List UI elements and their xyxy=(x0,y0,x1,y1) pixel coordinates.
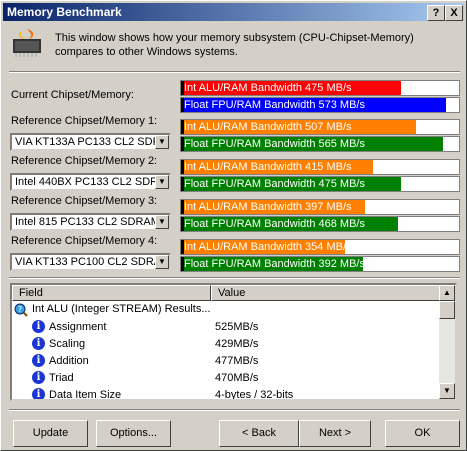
reference-2-alu-bar: Int ALU/RAM Bandwidth 415 MB/s xyxy=(180,159,460,175)
reference-4-label: Reference Chipset/Memory 4: xyxy=(11,235,158,247)
chevron-down-icon[interactable]: ▼ xyxy=(155,255,169,269)
reference-3-select-value: Intel 815 PC133 CL2 SDRAM xyxy=(15,216,155,228)
table-row[interactable]: i Assignment 525MB/s xyxy=(12,319,437,336)
update-button[interactable]: Update xyxy=(13,420,88,447)
table-row[interactable]: i Addition 477MB/s xyxy=(12,353,437,370)
title-bar[interactable]: Memory Benchmark ? X xyxy=(3,3,464,21)
reference-2-select-value: Intel 440BX PC133 CL2 SDRAM xyxy=(15,176,155,188)
reference-2-select[interactable]: Intel 440BX PC133 CL2 SDRAM ▼ xyxy=(10,173,171,191)
reference-4-alu-bar-label: Int ALU/RAM Bandwidth 354 MB/s xyxy=(184,241,352,253)
field-cell: Scaling xyxy=(49,338,86,350)
results-scrollbar[interactable]: ▲ ▼ xyxy=(439,285,455,399)
current-fpu-bar-label: Float FPU/RAM Bandwidth 573 MB/s xyxy=(184,99,365,111)
value-cell: 525MB/s xyxy=(215,321,259,333)
magnifier-question-icon: ? xyxy=(14,303,28,317)
current-chipset-label: Current Chipset/Memory: xyxy=(11,89,134,101)
info-icon: i xyxy=(32,354,45,367)
info-icon: i xyxy=(32,337,45,350)
results-group-label: Int ALU (Integer STREAM) Results... xyxy=(32,303,211,315)
info-icon: i xyxy=(32,371,45,384)
memory-chip-icon xyxy=(13,29,41,57)
value-cell: 477MB/s xyxy=(215,355,259,367)
reference-1-fpu-bar-label: Float FPU/RAM Bandwidth 565 MB/s xyxy=(184,138,365,150)
middle-divider xyxy=(9,277,460,279)
results-list[interactable]: Field Value ? Int ALU (Integer STREAM) R… xyxy=(10,283,457,401)
table-row[interactable]: i Triad 470MB/s xyxy=(12,370,437,387)
options-button[interactable]: Options... xyxy=(96,420,171,447)
reference-4-fpu-bar: Float FPU/RAM Bandwidth 392 MB/s xyxy=(180,256,460,272)
reference-3-label: Reference Chipset/Memory 3: xyxy=(11,195,158,207)
reference-2-fpu-bar-label: Float FPU/RAM Bandwidth 475 MB/s xyxy=(184,178,365,190)
scroll-up-button[interactable]: ▲ xyxy=(439,285,455,301)
reference-2-fpu-bar: Float FPU/RAM Bandwidth 475 MB/s xyxy=(180,176,460,192)
info-icon: i xyxy=(32,320,45,333)
window-title: Memory Benchmark xyxy=(7,5,122,19)
reference-4-fpu-bar-label: Float FPU/RAM Bandwidth 392 MB/s xyxy=(184,258,365,270)
chevron-down-icon[interactable]: ▼ xyxy=(155,215,169,229)
column-header-field[interactable]: Field xyxy=(12,285,211,301)
reference-2-alu-bar-label: Int ALU/RAM Bandwidth 415 MB/s xyxy=(184,161,352,173)
intro-text: This window shows how your memory subsys… xyxy=(55,32,414,58)
bottom-divider xyxy=(9,409,460,411)
chevron-down-icon[interactable]: ▼ xyxy=(155,135,169,149)
next-button[interactable]: Next > xyxy=(299,420,371,447)
current-fpu-bar: Float FPU/RAM Bandwidth 573 MB/s xyxy=(180,97,460,113)
reference-1-select[interactable]: VIA KT133A PC133 CL2 SDRAM ▼ xyxy=(10,133,171,151)
top-divider xyxy=(9,71,460,73)
info-icon: i xyxy=(32,388,45,399)
value-cell: 470MB/s xyxy=(215,372,259,384)
scroll-down-button[interactable]: ▼ xyxy=(439,383,455,399)
reference-3-fpu-bar-label: Float FPU/RAM Bandwidth 468 MB/s xyxy=(184,218,365,230)
value-cell: 4-bytes / 32-bits xyxy=(215,389,294,401)
help-button[interactable]: ? xyxy=(427,5,445,21)
svg-text:?: ? xyxy=(18,305,22,314)
reference-3-select[interactable]: Intel 815 PC133 CL2 SDRAM ▼ xyxy=(10,213,171,231)
field-cell: Data Item Size xyxy=(49,389,122,401)
current-alu-bar-label: Int ALU/RAM Bandwidth 475 MB/s xyxy=(184,82,352,94)
table-row[interactable]: i Data Item Size 4-bytes / 32-bits xyxy=(12,387,437,401)
reference-1-select-value: VIA KT133A PC133 CL2 SDRAM xyxy=(15,136,155,148)
reference-3-alu-bar: Int ALU/RAM Bandwidth 397 MB/s xyxy=(180,199,460,215)
field-cell: Assignment xyxy=(49,321,107,333)
reference-1-fpu-bar: Float FPU/RAM Bandwidth 565 MB/s xyxy=(180,136,460,152)
reference-1-alu-bar-label: Int ALU/RAM Bandwidth 507 MB/s xyxy=(184,121,352,133)
value-cell: 429MB/s xyxy=(215,338,259,350)
table-row[interactable]: i Scaling 429MB/s xyxy=(12,336,437,353)
reference-1-alu-bar: Int ALU/RAM Bandwidth 507 MB/s xyxy=(180,119,460,135)
reference-3-alu-bar-label: Int ALU/RAM Bandwidth 397 MB/s xyxy=(184,201,352,213)
chevron-down-icon[interactable]: ▼ xyxy=(155,175,169,189)
column-header-value[interactable]: Value xyxy=(211,285,441,301)
back-button[interactable]: < Back xyxy=(219,420,299,447)
close-button[interactable]: X xyxy=(445,5,463,21)
memory-benchmark-window: Memory Benchmark ? X This window shows h… xyxy=(0,0,467,451)
reference-3-fpu-bar: Float FPU/RAM Bandwidth 468 MB/s xyxy=(180,216,460,232)
ok-button[interactable]: OK xyxy=(385,420,460,447)
reference-1-label: Reference Chipset/Memory 1: xyxy=(11,115,158,127)
reference-4-select-value: VIA KT133 PC100 CL2 SDRAM xyxy=(15,256,155,268)
scroll-thumb[interactable] xyxy=(439,301,455,319)
current-alu-bar: Int ALU/RAM Bandwidth 475 MB/s xyxy=(180,80,460,96)
field-cell: Addition xyxy=(49,355,89,367)
reference-4-select[interactable]: VIA KT133 PC100 CL2 SDRAM ▼ xyxy=(10,253,171,271)
reference-4-alu-bar: Int ALU/RAM Bandwidth 354 MB/s xyxy=(180,239,460,255)
reference-2-label: Reference Chipset/Memory 2: xyxy=(11,155,158,167)
field-cell: Triad xyxy=(49,372,74,384)
